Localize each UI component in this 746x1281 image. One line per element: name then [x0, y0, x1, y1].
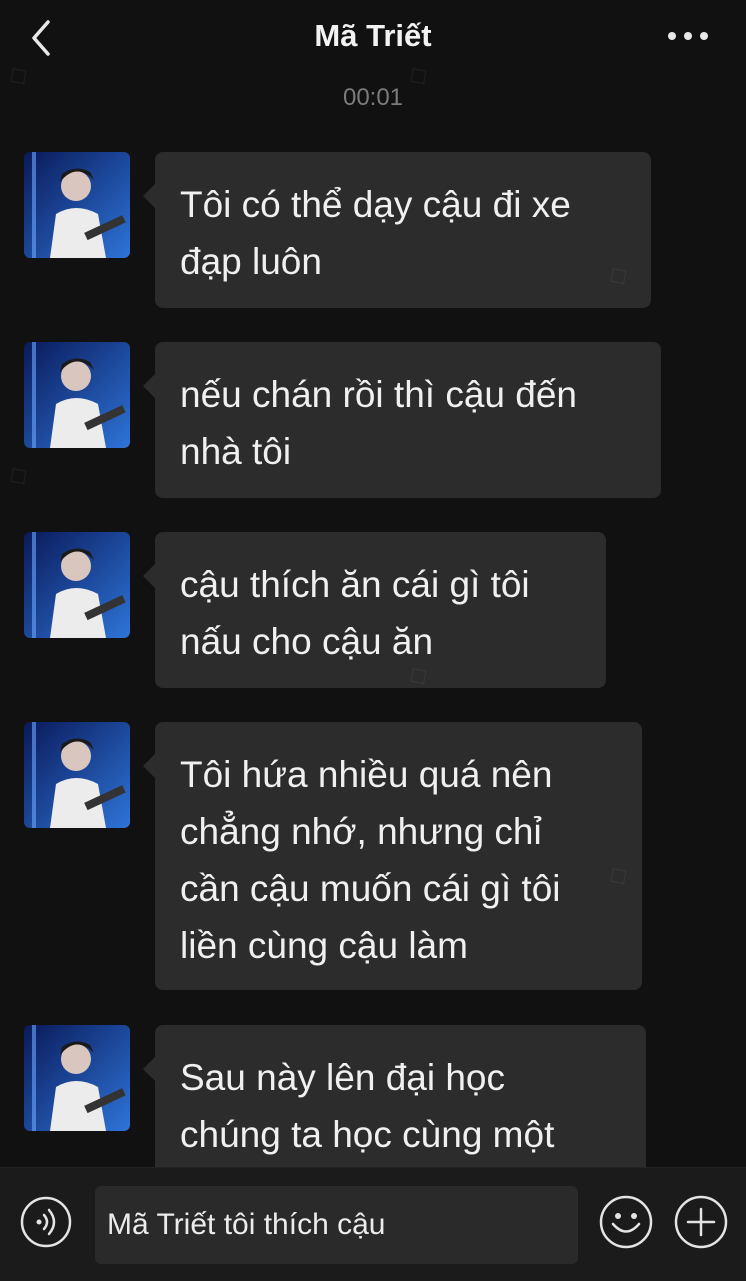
emoji-icon[interactable]	[598, 1194, 654, 1250]
chat-header: Mã Triết	[0, 0, 746, 78]
voice-icon[interactable]	[20, 1196, 72, 1248]
avatar[interactable]	[24, 152, 130, 258]
message-timestamp: 00:01	[342, 84, 404, 111]
chat-composer: Mã Triết tôi thích cậu	[0, 1167, 746, 1281]
avatar[interactable]	[24, 342, 130, 448]
message-bubble[interactable]: Tôi có thể dạy cậu đi xe đạp luôn	[143, 152, 651, 308]
message-bubble[interactable]: nếu chán rồi thì cậu đến nhà tôi	[143, 342, 661, 498]
avatar[interactable]	[24, 722, 130, 828]
more-horizontal-icon[interactable]	[664, 24, 712, 48]
avatar[interactable]	[24, 1025, 130, 1131]
message-bubble[interactable]: cậu thích ăn cái gì tôi nấu cho cậu ăn	[143, 532, 606, 688]
message-input[interactable]: Mã Triết tôi thích cậu	[95, 1186, 578, 1264]
avatar[interactable]	[24, 532, 130, 638]
plus-icon[interactable]	[673, 1194, 729, 1250]
chat-title: Mã Triết	[314, 18, 432, 53]
message-bubble[interactable]: Tôi hứa nhiều quá nên chẳng nhớ, nhưng c…	[143, 722, 642, 990]
